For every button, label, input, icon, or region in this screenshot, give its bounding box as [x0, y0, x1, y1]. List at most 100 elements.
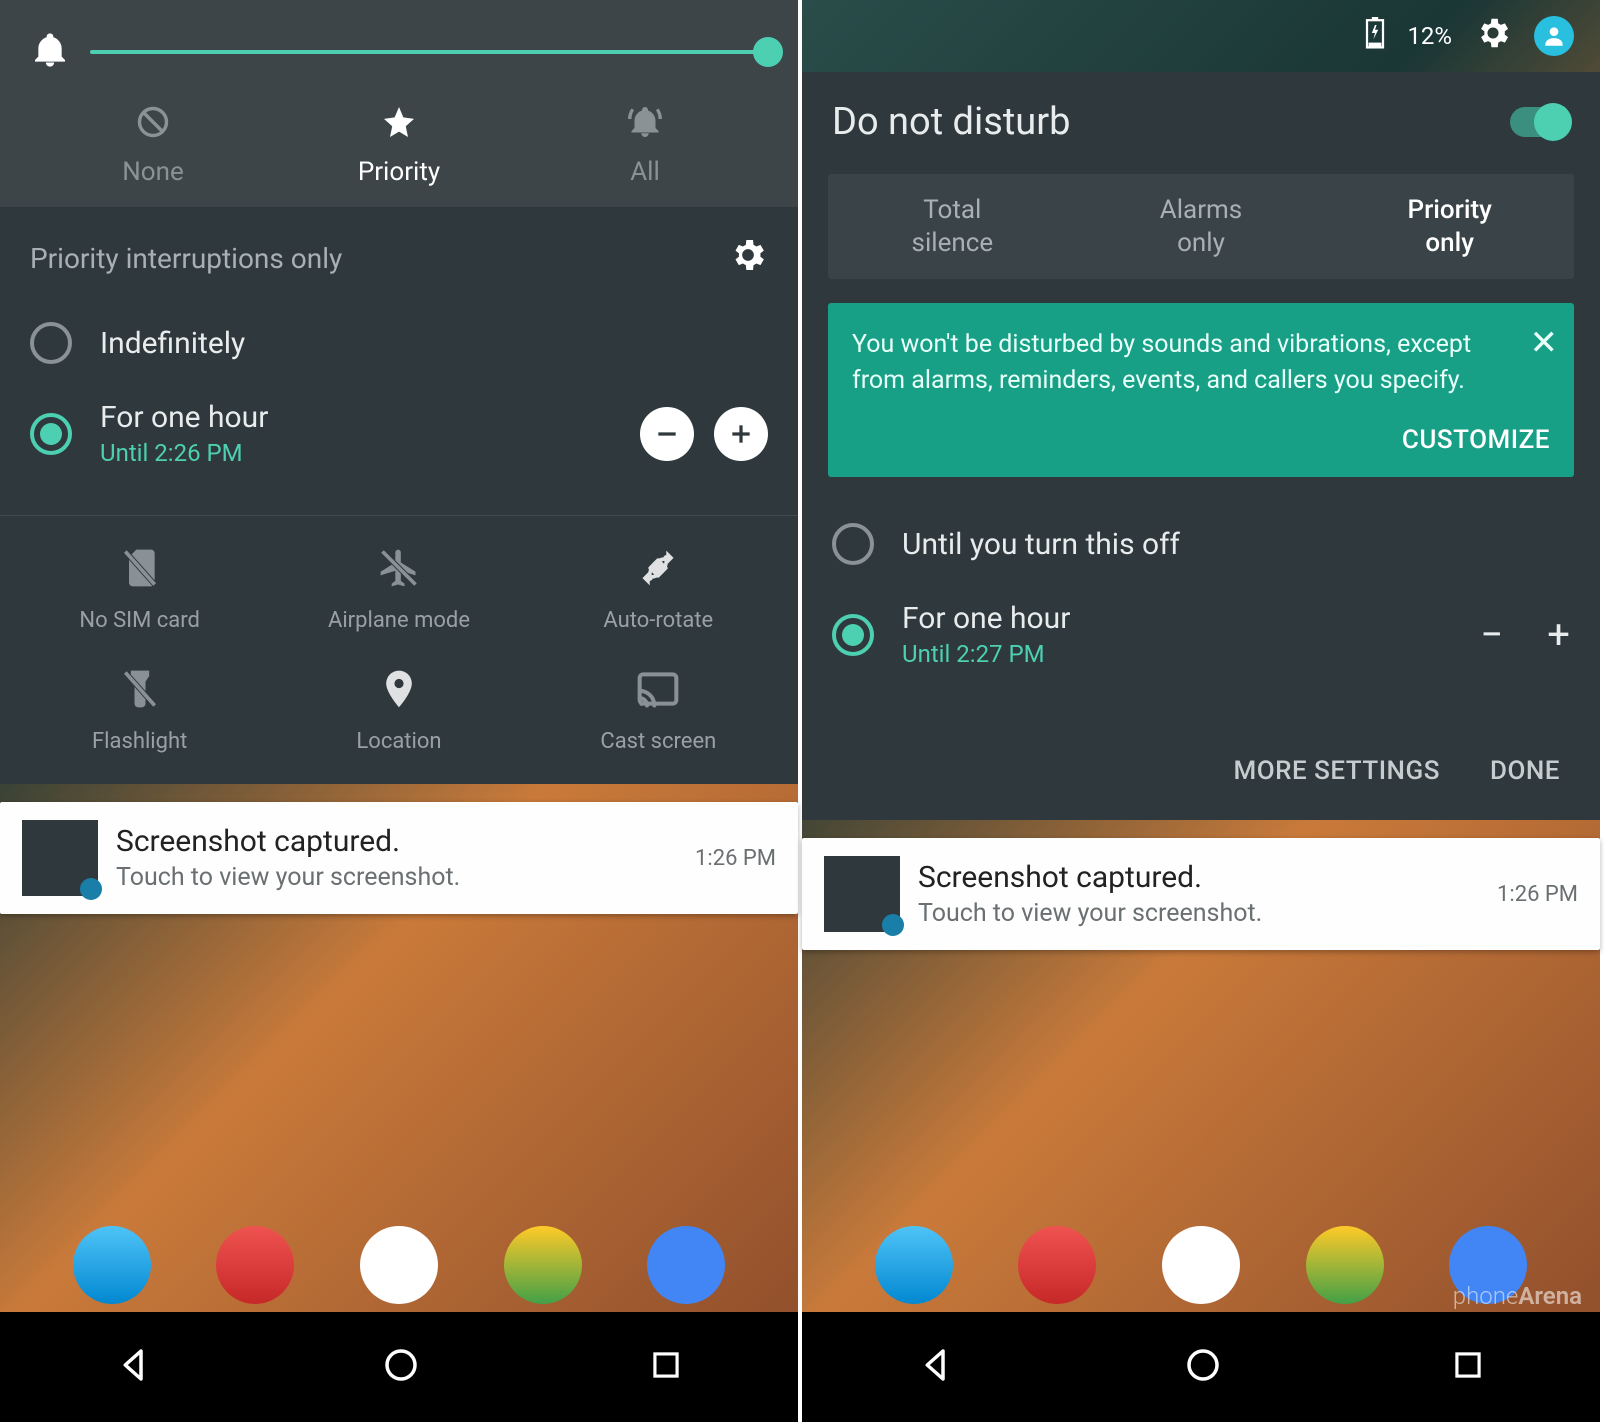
- notification-text: Screenshot captured. Touch to view your …: [918, 860, 1479, 928]
- option-one-hour[interactable]: For one hour Until 2:26 PM: [30, 382, 768, 485]
- option-sub: Until 2:26 PM: [100, 439, 612, 467]
- screen-left: None Priority All Priority interruptions…: [0, 0, 802, 1422]
- mode-all[interactable]: All: [523, 104, 767, 187]
- mode-label: Priority: [358, 157, 440, 187]
- tab-priority-only[interactable]: Priority only: [1325, 174, 1574, 279]
- recents-icon[interactable]: [647, 1346, 685, 1388]
- interruption-mode-tabs: None Priority All: [30, 98, 768, 207]
- bell-icon: [30, 30, 70, 74]
- mode-label: None: [122, 157, 184, 187]
- tab-line2: only: [1083, 227, 1320, 260]
- quick-settings-header: None Priority All: [0, 0, 798, 207]
- dnd-mode-tabs: Total silence Alarms only Priority only: [828, 174, 1574, 279]
- app-icon[interactable]: [360, 1226, 438, 1304]
- dnd-toggle[interactable]: [1510, 107, 1570, 137]
- option-one-hour[interactable]: For one hour Until 2:27 PM − +: [832, 583, 1570, 686]
- plus-button[interactable]: [714, 407, 768, 461]
- option-main: For one hour: [902, 601, 1452, 636]
- battery-icon: [1365, 17, 1385, 55]
- priority-header-text: Priority interruptions only: [30, 242, 342, 275]
- notification-title: Screenshot captured.: [116, 824, 677, 859]
- radio-icon: [832, 614, 874, 656]
- tile-label: Location: [356, 729, 441, 754]
- minus-button[interactable]: [640, 407, 694, 461]
- dnd-title: Do not disturb: [832, 100, 1070, 144]
- recents-icon[interactable]: [1449, 1346, 1487, 1388]
- tile-cast[interactable]: Cast screen: [529, 667, 788, 754]
- dnd-actions: MORE SETTINGS DONE: [802, 696, 1600, 820]
- tile-no-sim[interactable]: No SIM card: [10, 546, 269, 633]
- radio-icon: [832, 523, 874, 565]
- notification-card[interactable]: Screenshot captured. Touch to view your …: [0, 802, 798, 914]
- option-until-off[interactable]: Until you turn this off: [832, 505, 1570, 583]
- option-label: For one hour Until 2:27 PM: [902, 601, 1452, 668]
- status-bar: 12%: [802, 0, 1600, 72]
- gear-icon[interactable]: [1474, 14, 1512, 58]
- flashlight-icon: [118, 667, 162, 717]
- tab-total-silence[interactable]: Total silence: [828, 174, 1077, 279]
- sim-icon: [118, 546, 162, 596]
- notification-subtitle: Touch to view your screenshot.: [918, 899, 1479, 928]
- block-icon: [135, 104, 171, 147]
- rotate-icon: [636, 546, 680, 596]
- minus-button[interactable]: −: [1480, 611, 1503, 658]
- tile-airplane[interactable]: Airplane mode: [269, 546, 528, 633]
- screenshot-thumb-icon: [22, 820, 98, 896]
- notification-title: Screenshot captured.: [918, 860, 1479, 895]
- radio-icon: [30, 413, 72, 455]
- mode-none[interactable]: None: [31, 104, 275, 187]
- duration-options: Indefinitely For one hour Until 2:26 PM: [0, 304, 798, 515]
- screen-right: 12% Do not disturb Total silence Alarms …: [802, 0, 1604, 1422]
- star-icon: [381, 104, 417, 147]
- tile-location[interactable]: Location: [269, 667, 528, 754]
- tile-label: No SIM card: [79, 608, 200, 633]
- homescreen-dock: [0, 914, 798, 1312]
- tile-label: Airplane mode: [328, 608, 470, 633]
- option-indefinitely[interactable]: Indefinitely: [30, 304, 768, 382]
- app-icon[interactable]: [1306, 1226, 1384, 1304]
- volume-knob[interactable]: [753, 37, 783, 67]
- option-label: Until you turn this off: [902, 527, 1570, 562]
- app-icon[interactable]: [647, 1226, 725, 1304]
- battery-percent: 12%: [1407, 22, 1452, 50]
- avatar-icon[interactable]: [1534, 16, 1574, 56]
- app-icon[interactable]: [1018, 1226, 1096, 1304]
- duration-stepper: − +: [1480, 611, 1570, 658]
- nav-bar: [802, 1312, 1600, 1422]
- home-icon[interactable]: [380, 1344, 422, 1390]
- notification-text: Screenshot captured. Touch to view your …: [116, 824, 677, 892]
- tile-flashlight[interactable]: Flashlight: [10, 667, 269, 754]
- app-icon[interactable]: [1162, 1226, 1240, 1304]
- more-settings-button[interactable]: MORE SETTINGS: [1233, 756, 1440, 786]
- mode-priority[interactable]: Priority: [277, 104, 521, 187]
- screenshot-thumb-icon: [824, 856, 900, 932]
- mode-label: All: [630, 157, 660, 187]
- home-icon[interactable]: [1182, 1344, 1224, 1390]
- back-icon[interactable]: [915, 1344, 957, 1390]
- app-icon[interactable]: [216, 1226, 294, 1304]
- tab-line2: only: [1331, 227, 1568, 260]
- volume-slider[interactable]: [90, 50, 768, 54]
- tile-autorotate[interactable]: Auto-rotate: [529, 546, 788, 633]
- tile-label: Auto-rotate: [603, 608, 713, 633]
- plus-button[interactable]: +: [1547, 611, 1570, 658]
- close-icon[interactable]: ✕: [1530, 319, 1559, 368]
- back-icon[interactable]: [113, 1344, 155, 1390]
- gear-icon[interactable]: [728, 235, 768, 282]
- app-icon[interactable]: [73, 1226, 151, 1304]
- tab-line2: silence: [834, 227, 1071, 260]
- customize-button[interactable]: CUSTOMIZE: [852, 422, 1550, 460]
- duration-stepper: [640, 407, 768, 461]
- volume-row: [30, 20, 768, 98]
- info-card: ✕ You won't be disturbed by sounds and v…: [828, 303, 1574, 477]
- tab-alarms-only[interactable]: Alarms only: [1077, 174, 1326, 279]
- option-label: Indefinitely: [100, 326, 768, 361]
- homescreen-dock: [802, 950, 1600, 1312]
- app-icon[interactable]: [875, 1226, 953, 1304]
- done-button[interactable]: DONE: [1490, 756, 1560, 786]
- notification-card[interactable]: Screenshot captured. Touch to view your …: [802, 838, 1600, 950]
- watermark: phoneArena: [1453, 1282, 1582, 1310]
- cast-icon: [636, 667, 680, 717]
- app-icon[interactable]: [504, 1226, 582, 1304]
- option-main: For one hour: [100, 400, 612, 435]
